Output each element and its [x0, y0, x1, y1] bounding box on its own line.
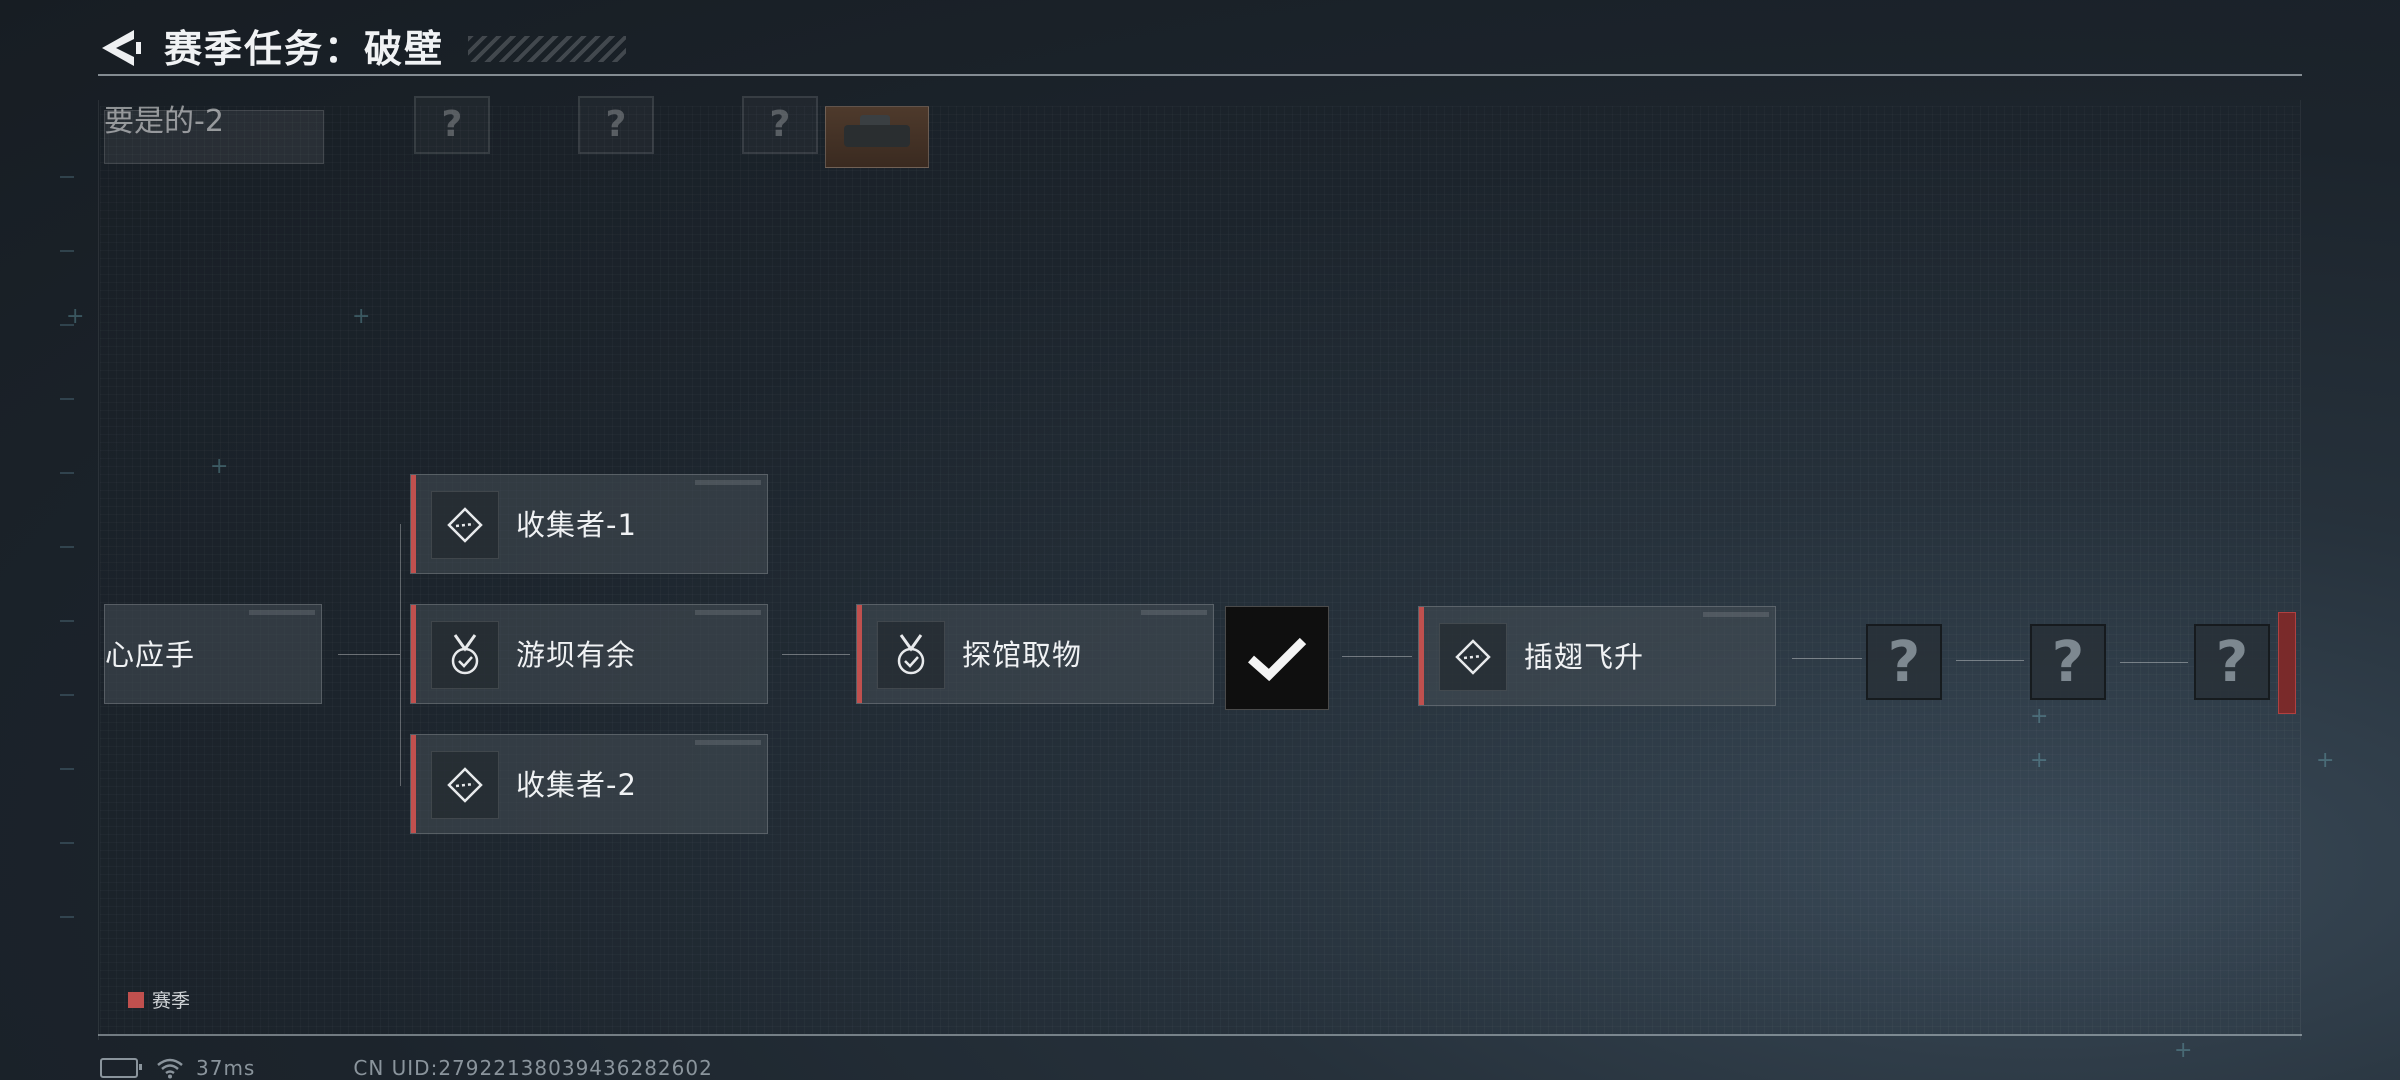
legend-label: 赛季 [152, 990, 191, 1012]
task-node-collector-1[interactable]: 收集者-1 [410, 474, 768, 574]
task-label: 探馆取物 [962, 638, 1083, 672]
plus-marker: + [2030, 704, 2049, 729]
uid-text: CN UID:27922138039436282602 [353, 1056, 713, 1080]
connector [1342, 656, 1412, 657]
connector [1792, 658, 1862, 659]
upper-unknown-node[interactable]: ? [578, 96, 654, 154]
frame-right [2300, 100, 2301, 1040]
plus-marker: + [66, 304, 85, 329]
task-node-explore[interactable]: 探馆取物 [856, 604, 1214, 704]
plus-marker: + [2174, 1038, 2193, 1063]
header: 赛季任务：破壁 [98, 22, 2298, 76]
footer-divider [98, 1034, 2302, 1036]
back-button[interactable] [98, 28, 142, 68]
task-node-dam-extra[interactable]: 游坝有余 [410, 604, 768, 704]
frame-left [98, 100, 99, 1040]
connector [1956, 660, 2024, 661]
connector [338, 654, 400, 655]
unknown-task-node[interactable]: ? [2030, 624, 2106, 700]
legend: 赛季 [128, 986, 190, 1013]
diamond-route-icon [431, 751, 499, 819]
next-page-edge[interactable] [2278, 612, 2296, 714]
checkmark-icon [1248, 637, 1307, 682]
title-stripes [468, 36, 626, 62]
upper-unknown-node[interactable]: ? [414, 96, 490, 154]
back-arrow-icon [102, 30, 141, 66]
season-color-swatch [128, 991, 144, 1008]
task-node-collector-2[interactable]: 收集者-2 [410, 734, 768, 834]
diamond-route-icon [1439, 623, 1507, 691]
completed-reward[interactable] [1225, 606, 1329, 710]
ping-value: 37ms [196, 1056, 256, 1080]
task-label: 游坝有余 [516, 638, 637, 672]
battery-icon [100, 1058, 142, 1078]
task-label: 收集者-2 [516, 768, 637, 802]
connector [782, 654, 850, 655]
status-bar: 37ms CN UID:27922138039436282602 [100, 1056, 731, 1080]
task-node-fly[interactable]: 插翅飞升 [1418, 606, 1776, 706]
tank-reward-icon[interactable] [825, 106, 929, 168]
wifi-icon [157, 1058, 183, 1079]
branch-connector [400, 524, 401, 786]
unknown-task-node[interactable]: ? [1866, 624, 1942, 700]
left-ruler [40, 0, 80, 1080]
medal-check-icon [877, 621, 945, 689]
task-label: 插翅飞升 [1524, 640, 1645, 674]
connector [2120, 662, 2188, 663]
page-title: 赛季任务：破壁 [164, 27, 445, 71]
plus-marker: + [2316, 748, 2335, 773]
task-label: 心应手 [105, 638, 196, 672]
task-node-left-partial[interactable]: 心应手 [104, 604, 322, 704]
diamond-route-icon [431, 491, 499, 559]
unknown-task-node[interactable]: ? [2194, 624, 2270, 700]
plus-marker: + [352, 304, 371, 329]
medal-check-icon [431, 621, 499, 689]
plus-marker: + [2030, 748, 2049, 773]
task-label: 收集者-1 [516, 508, 637, 542]
partial-card-title: 要是的-2 [104, 104, 224, 139]
header-divider [98, 74, 2302, 76]
upper-unknown-node[interactable]: ? [742, 96, 818, 154]
plus-marker: + [210, 454, 229, 479]
